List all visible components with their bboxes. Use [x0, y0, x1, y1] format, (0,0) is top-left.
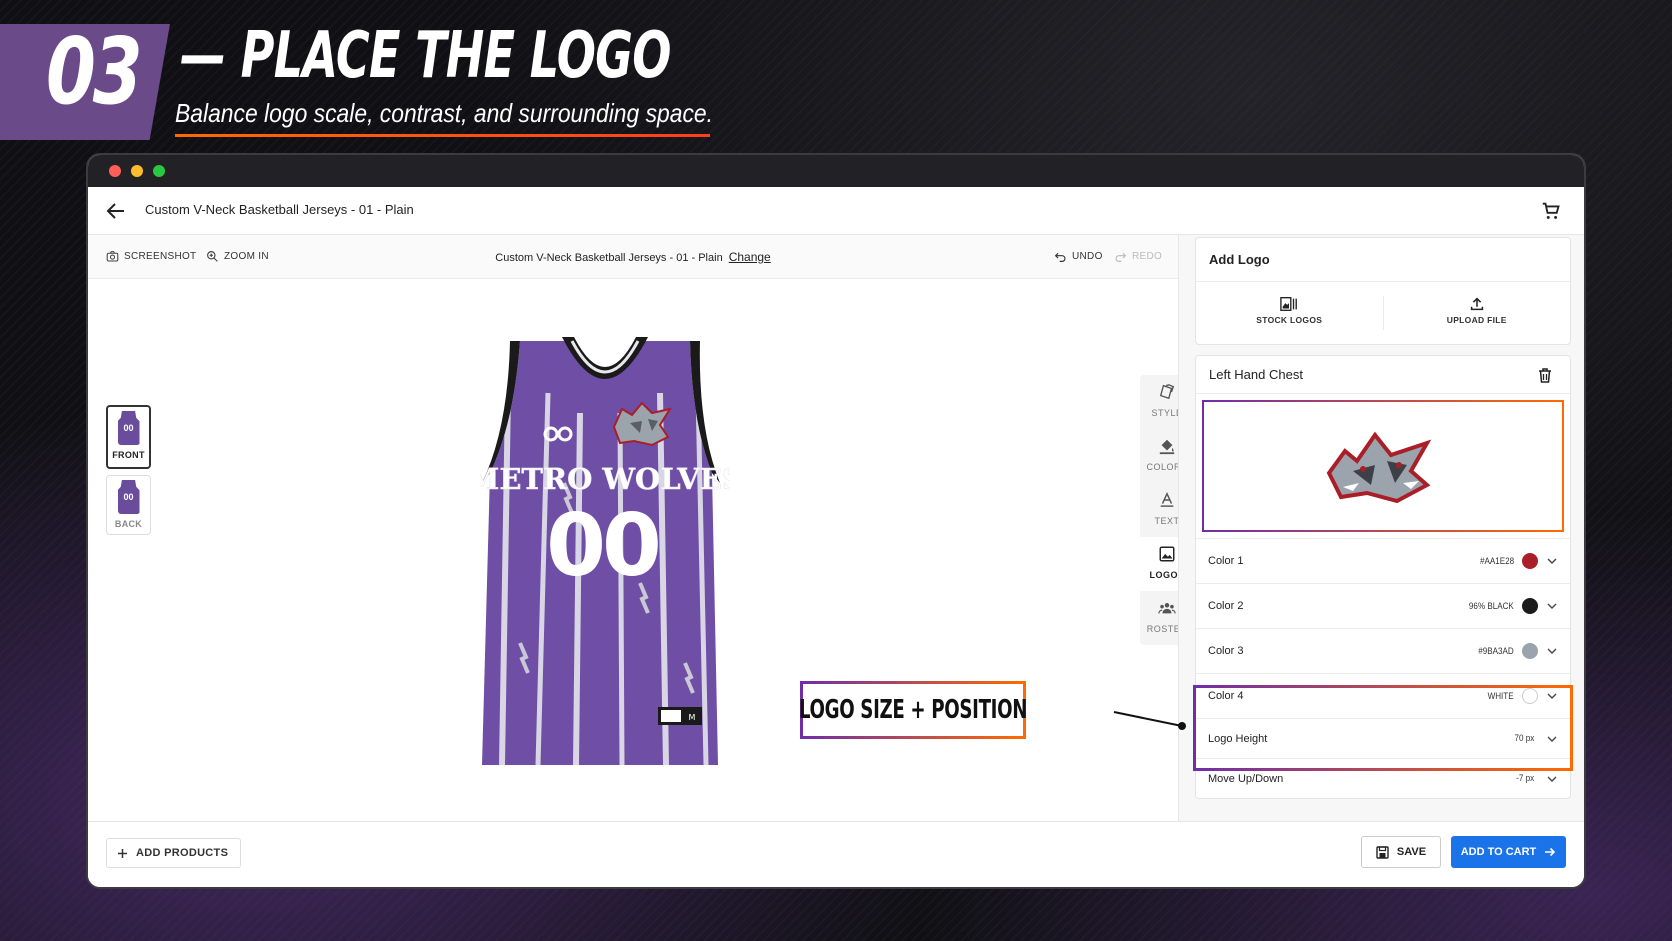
subline-underline	[175, 134, 710, 137]
minimize-window-button[interactable]	[131, 165, 143, 177]
chevron-down-icon	[1547, 736, 1557, 742]
jersey-canvas[interactable]: 00 FRONT 00 BACK METRO WOLVES 00 M STYLE…	[88, 279, 1194, 821]
size-tag-label: M	[689, 713, 696, 722]
view-back-thumbnail[interactable]: 00 BACK	[106, 475, 151, 535]
placement-header: Left Hand Chest	[1196, 356, 1570, 394]
save-icon	[1376, 845, 1389, 859]
color-3-value: #9BA3AD	[1478, 645, 1514, 657]
paint-bucket-icon	[1159, 439, 1175, 455]
front-label: FRONT	[112, 450, 145, 460]
product-name-bar: Custom V-Neck Basketball Jerseys - 01 - …	[88, 250, 1178, 264]
front-mini-jersey: 00	[117, 411, 140, 445]
chevron-down-icon	[1547, 693, 1557, 699]
step-number: 03	[46, 18, 143, 125]
stock-logos-icon	[1280, 297, 1298, 311]
plus-icon	[118, 848, 127, 858]
color-3-row[interactable]: Color 3 #9BA3AD	[1196, 628, 1570, 673]
color-1-value: #AA1E28	[1479, 555, 1514, 567]
color-4-swatch	[1522, 688, 1538, 704]
app-title: Custom V-Neck Basketball Jerseys - 01 - …	[145, 202, 414, 217]
back-label: BACK	[114, 519, 143, 529]
color-2-label: Color 2	[1208, 600, 1244, 612]
add-logo-card: Add Logo STOCK LOGOS UPLOAD FILE	[1195, 237, 1571, 345]
close-window-button[interactable]	[109, 165, 121, 177]
logo-height-row[interactable]: Logo Height 70 px	[1196, 718, 1570, 758]
view-front-thumbnail[interactable]: 00 FRONT	[106, 405, 151, 469]
wolf-logo-preview-icon	[1326, 431, 1432, 504]
size-tag-brand	[661, 710, 681, 722]
color-1-row[interactable]: Color 1 #AA1E28	[1196, 538, 1570, 583]
redo-label: REDO	[1132, 251, 1163, 262]
cart-icon[interactable]	[1540, 200, 1562, 222]
trash-icon[interactable]	[1538, 368, 1552, 383]
app-bar: Custom V-Neck Basketball Jerseys - 01 - …	[88, 187, 1584, 235]
upload-file-button[interactable]: UPLOAD FILE	[1382, 296, 1571, 330]
add-products-label: ADD PRODUCTS	[136, 847, 229, 859]
arrow-right-icon	[1545, 847, 1556, 857]
logo-height-label: Logo Height	[1208, 732, 1268, 745]
browser-window: Custom V-Neck Basketball Jerseys - 01 - …	[88, 155, 1584, 887]
back-arrow-icon[interactable]	[104, 199, 128, 223]
add-to-cart-label: ADD TO CART	[1460, 846, 1537, 858]
design-area: SCREENSHOT ZOOM IN Custom V-Neck Basketb…	[88, 235, 1194, 821]
design-toolbar: SCREENSHOT ZOOM IN Custom V-Neck Basketb…	[88, 235, 1178, 279]
add-products-button[interactable]: ADD PRODUCTS	[106, 838, 242, 868]
maximize-window-button[interactable]	[153, 165, 165, 177]
chevron-down-icon	[1547, 558, 1557, 564]
people-icon	[1158, 603, 1176, 614]
upload-file-label: UPLOAD FILE	[1446, 315, 1507, 325]
color-4-label: Color 4	[1208, 690, 1244, 702]
move-up-down-value: -7 px	[1516, 773, 1534, 784]
redo-button[interactable]: REDO	[1114, 250, 1162, 263]
stock-logos-label: STOCK LOGOS	[1256, 315, 1323, 325]
placement-title: Left Hand Chest	[1209, 367, 1303, 382]
headline: — PLACE THE LOGO	[180, 19, 671, 93]
chevron-down-icon	[1547, 776, 1557, 782]
redo-icon	[1115, 252, 1127, 262]
upload-icon	[1470, 297, 1483, 311]
jersey-preview[interactable]: METRO WOLVES 00 M	[480, 333, 730, 765]
color-1-swatch	[1522, 553, 1538, 569]
logo-settings-panel: Add Logo STOCK LOGOS UPLOAD FILE Left Ha…	[1178, 235, 1584, 821]
color-4-value: WHITE	[1487, 690, 1514, 702]
save-label: SAVE	[1396, 846, 1427, 858]
product-name: Custom V-Neck Basketball Jerseys - 01 - …	[495, 252, 723, 264]
stock-logos-button[interactable]: STOCK LOGOS	[1196, 282, 1383, 344]
subline: Balance logo scale, contrast, and surrou…	[175, 98, 714, 128]
add-to-cart-button[interactable]: ADD TO CART	[1451, 836, 1566, 868]
move-up-down-label: Move Up/Down	[1208, 772, 1284, 785]
window-titlebar	[88, 155, 1584, 187]
save-button[interactable]: SAVE	[1361, 836, 1441, 868]
chevron-down-icon	[1547, 603, 1557, 609]
logo-preview-box	[1202, 400, 1564, 532]
callout-text: LOGO SIZE + POSITION	[798, 695, 1028, 725]
style-icon	[1159, 384, 1175, 400]
logo-size-position-callout: LOGO SIZE + POSITION	[798, 681, 1028, 739]
color-2-swatch	[1522, 598, 1538, 614]
chevron-down-icon	[1547, 648, 1557, 654]
color-3-swatch	[1522, 643, 1538, 659]
add-logo-title: Add Logo	[1196, 238, 1570, 282]
color-3-label: Color 3	[1208, 645, 1244, 657]
change-product-link[interactable]: Change	[729, 250, 771, 264]
color-4-row[interactable]: Color 4 WHITE	[1196, 673, 1570, 718]
logo-height-value: 70 px	[1514, 733, 1534, 744]
image-icon	[1159, 546, 1175, 562]
color-2-row[interactable]: Color 2 96% BLACK	[1196, 583, 1570, 628]
jersey-team-name: METRO WOLVES	[480, 462, 730, 496]
color-1-label: Color 1	[1208, 555, 1244, 567]
color-2-value: 96% BLACK	[1469, 600, 1514, 612]
placement-card: Left Hand Chest Color 1 #AA1E28 Color 2 …	[1195, 355, 1571, 799]
bottom-action-bar: ADD PRODUCTS SAVE ADD TO CART	[88, 821, 1584, 887]
move-up-down-row[interactable]: Move Up/Down -7 px	[1196, 758, 1570, 798]
undo-icon	[1054, 252, 1066, 262]
add-logo-options: STOCK LOGOS UPLOAD FILE	[1196, 282, 1570, 344]
jersey-number: 00	[546, 496, 658, 596]
back-mini-jersey: 00	[117, 480, 140, 514]
undo-label: UNDO	[1072, 251, 1103, 262]
text-icon	[1160, 491, 1174, 507]
undo-button[interactable]: UNDO	[1054, 250, 1103, 263]
